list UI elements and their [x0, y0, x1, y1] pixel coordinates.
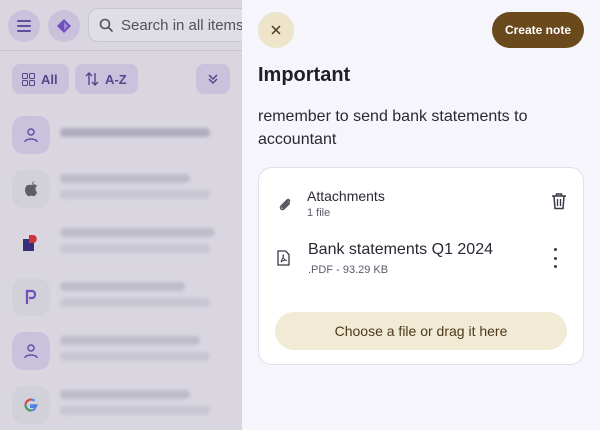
attachment-file-name[interactable]: Bank statements Q1 2024	[308, 241, 493, 259]
kebab-dot	[553, 256, 557, 260]
close-icon	[271, 25, 281, 35]
note-body: remember to send bank statements to acco…	[258, 108, 528, 148]
modal-backdrop[interactable]	[0, 0, 242, 430]
kebab-dot	[553, 248, 557, 251]
note-drawer: Create note Important remember to send b…	[242, 0, 600, 430]
file-options-button[interactable]	[549, 248, 561, 268]
vault-list-panel: Search in all items All A-Z	[0, 0, 242, 430]
close-button[interactable]	[258, 12, 294, 48]
create-note-button[interactable]: Create note	[491, 12, 584, 48]
attachment-file-row[interactable]: Bank statements Q1 2024 .PDF - 93.29 KB	[273, 240, 573, 280]
note-title: Important	[258, 64, 351, 86]
delete-attachments-button[interactable]	[551, 192, 567, 210]
attachments-count: 1 file	[307, 207, 331, 219]
attachments-header: Attachments 1 file	[273, 186, 573, 220]
attachments-heading: Attachments	[307, 188, 385, 204]
pdf-file-icon	[277, 250, 290, 266]
file-dropzone-button[interactable]: Choose a file or drag it here	[275, 312, 567, 350]
paperclip-icon	[277, 196, 292, 213]
attachment-file-meta: .PDF - 93.29 KB	[308, 264, 389, 276]
kebab-dot	[553, 265, 557, 268]
trash-icon	[551, 192, 567, 210]
attachments-card: Attachments 1 file Bank statements Q1 20…	[258, 167, 584, 365]
